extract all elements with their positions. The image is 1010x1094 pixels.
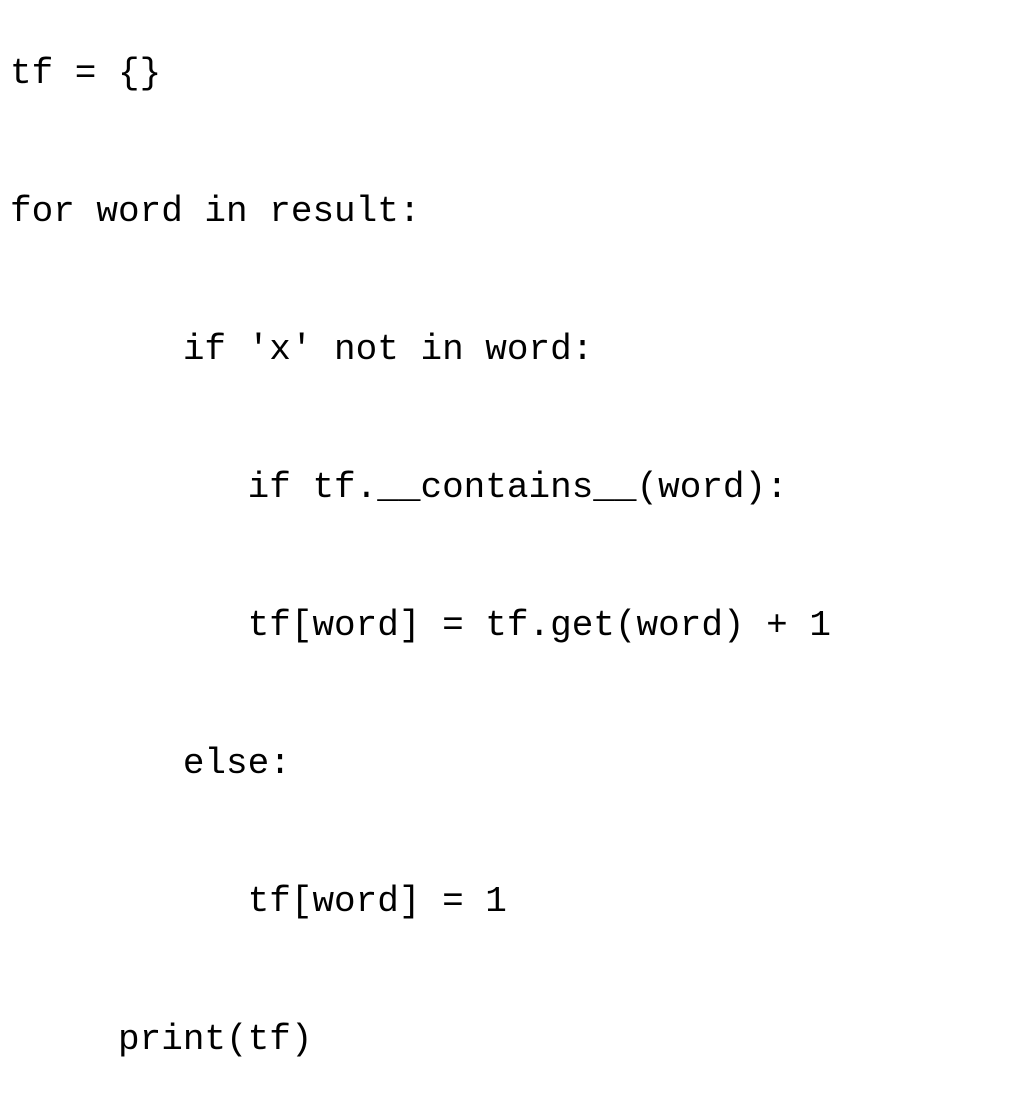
- code-line-3: if 'x' not in word:: [10, 332, 1000, 368]
- code-line-7: tf[word] = 1: [10, 884, 1000, 920]
- code-line-4: if tf.__contains__(word):: [10, 470, 1000, 506]
- code-block: tf = {} for word in result: if 'x' not i…: [10, 20, 1000, 1094]
- code-line-1: tf = {}: [10, 56, 1000, 92]
- code-line-2: for word in result:: [10, 194, 1000, 230]
- code-line-6: else:: [10, 746, 1000, 782]
- code-line-5: tf[word] = tf.get(word) + 1: [10, 608, 1000, 644]
- code-line-8: print(tf): [10, 1022, 1000, 1058]
